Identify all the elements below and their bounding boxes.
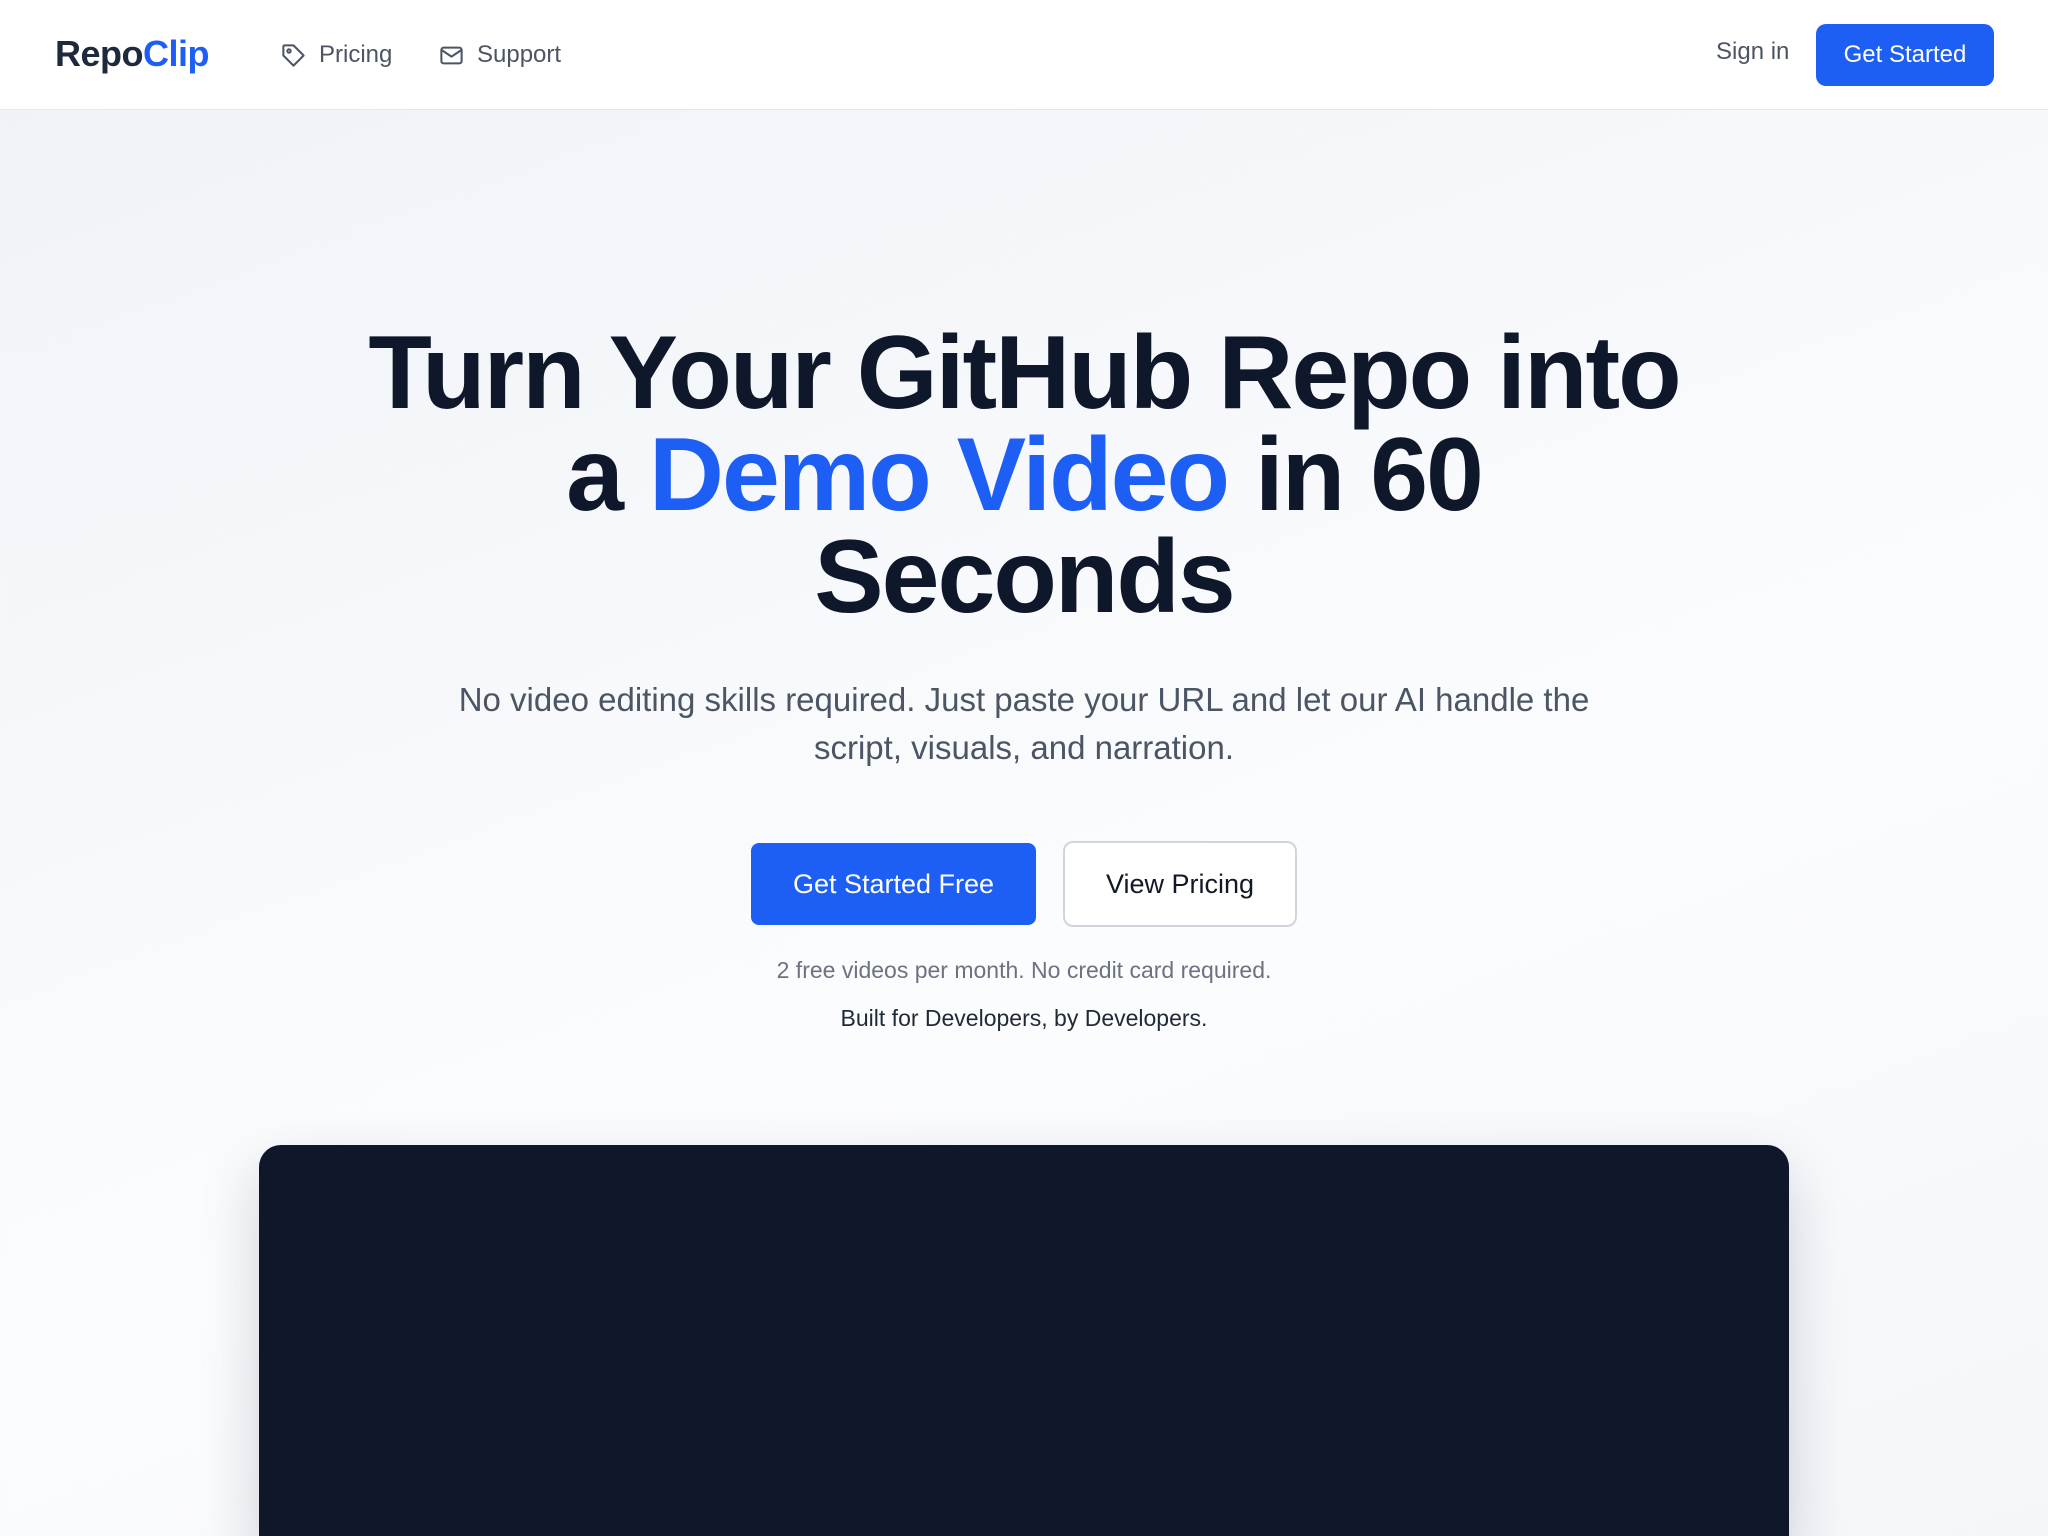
tagline-note: Built for Developers, by Developers. bbox=[840, 1005, 1208, 1031]
logo[interactable]: RepoClip bbox=[55, 33, 210, 75]
tag-icon bbox=[282, 43, 305, 67]
demo-video-player[interactable] bbox=[259, 1145, 1789, 1536]
hero-title-post: in 60 bbox=[1254, 417, 1484, 533]
hero-title: Turn Your GitHub Repo into a Demo Video … bbox=[324, 321, 1724, 629]
hero-title-pre: a bbox=[566, 417, 624, 533]
top-nav: RepoClip Pricing Support Sign in Get Sta… bbox=[0, 0, 2048, 110]
mail-icon bbox=[440, 46, 463, 64]
get-started-free-button[interactable]: Get Started Free bbox=[751, 843, 1036, 925]
hero-subtitle: No video editing skills required. Just p… bbox=[458, 681, 1590, 766]
hero-title-line3: Seconds bbox=[814, 519, 1235, 635]
sign-in-link[interactable]: Sign in bbox=[1716, 38, 1789, 66]
free-plan-note: 2 free videos per month. No credit card … bbox=[776, 957, 1272, 983]
nav-link-pricing[interactable]: Pricing bbox=[280, 38, 392, 72]
view-pricing-button[interactable]: View Pricing bbox=[1063, 841, 1297, 927]
nav-link-support-label: Support bbox=[477, 41, 562, 68]
nav-link-pricing-label: Pricing bbox=[319, 41, 393, 68]
hero-title-line1: Turn Your GitHub Repo into bbox=[368, 315, 1681, 431]
hero-title-accent: Demo Video bbox=[648, 417, 1230, 533]
get-started-button[interactable]: Get Started bbox=[1816, 24, 1994, 86]
logo-text-clip: Clip bbox=[143, 33, 210, 74]
logo-text-repo: Repo bbox=[55, 33, 144, 74]
nav-link-support[interactable]: Support bbox=[438, 38, 561, 72]
